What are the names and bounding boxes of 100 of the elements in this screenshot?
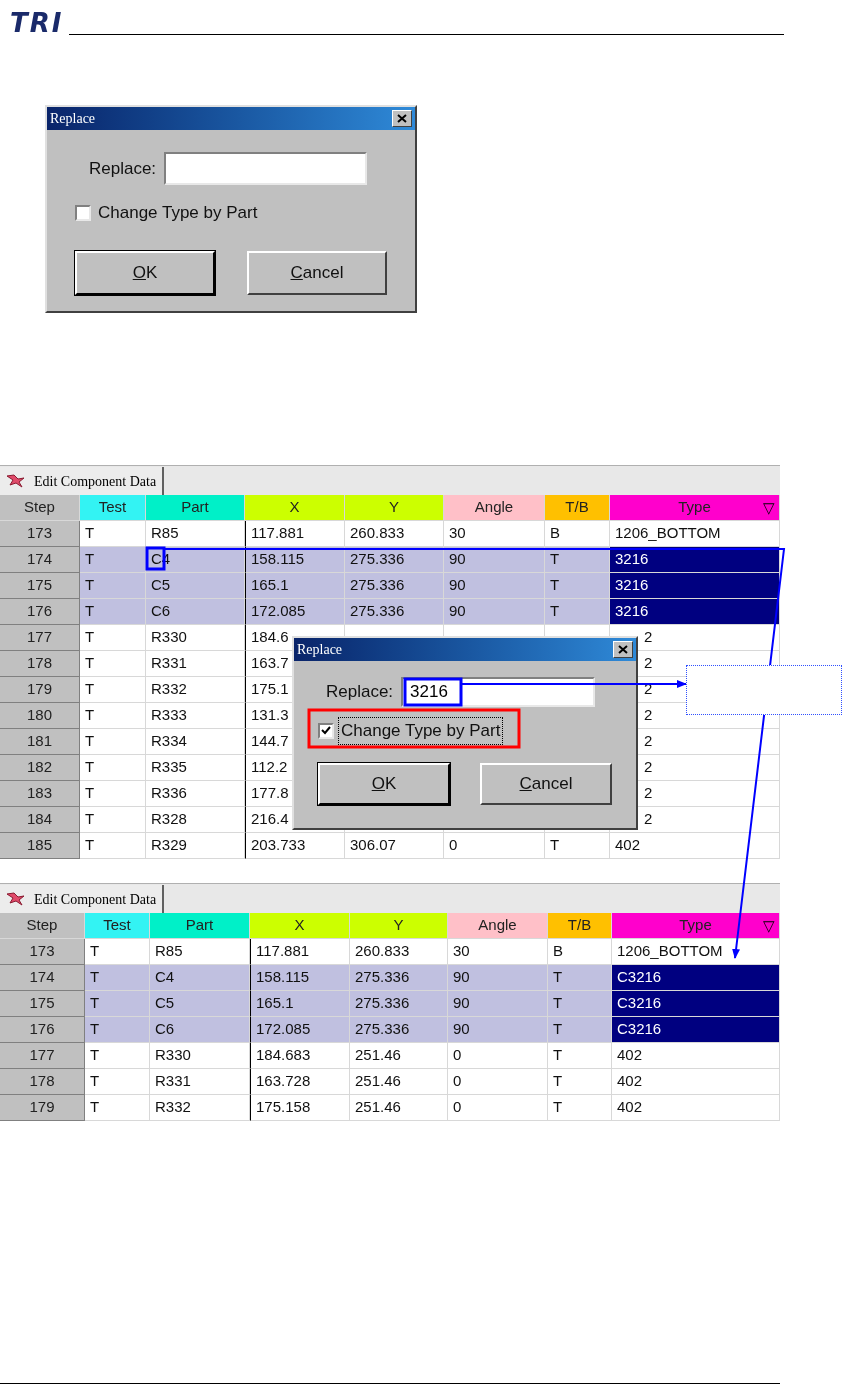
table-cell: C4: [150, 965, 250, 991]
table-cell: 0: [444, 833, 545, 859]
replace-field[interactable]: [164, 152, 368, 185]
column-header[interactable]: T/B: [548, 913, 612, 939]
table-cell: C3216: [612, 1017, 780, 1043]
logo: TRI: [10, 10, 64, 36]
table-cell: T: [80, 547, 146, 573]
table-cell: T: [80, 651, 146, 677]
table-cell: T: [85, 1043, 150, 1069]
row-header[interactable]: 182: [0, 755, 80, 781]
table-cell: 275.336: [345, 547, 444, 573]
column-header[interactable]: X: [250, 913, 350, 939]
table-cell: 402: [612, 1069, 780, 1095]
table-cell: 275.336: [350, 1017, 448, 1043]
row-header[interactable]: 174: [0, 547, 80, 573]
tab[interactable]: Edit Component Data: [0, 467, 165, 495]
replace-field[interactable]: 3216: [401, 677, 596, 707]
table-cell: T: [85, 991, 150, 1017]
dialog-button[interactable]: Cancel: [247, 250, 387, 295]
column-header[interactable]: X: [245, 495, 345, 521]
row-header[interactable]: 178: [0, 1069, 85, 1095]
row-header[interactable]: 176: [0, 1017, 85, 1043]
table-cell: R330: [150, 1043, 250, 1069]
table-cell: 402: [612, 1043, 780, 1069]
column-header[interactable]: Step: [0, 495, 80, 521]
table-cell: 172.085: [245, 599, 345, 625]
table-cell: 163.728: [250, 1069, 350, 1095]
table-cell: T: [80, 703, 146, 729]
row-header[interactable]: 173: [0, 521, 80, 547]
column-header[interactable]: Y: [350, 913, 448, 939]
table-cell: R85: [150, 939, 250, 965]
dialog-button[interactable]: OK: [75, 250, 215, 295]
table-cell: 90: [448, 991, 548, 1017]
table-cell: 3216: [610, 599, 780, 625]
column-header[interactable]: Part: [150, 913, 250, 939]
table-cell: C6: [146, 599, 245, 625]
table-cell: R333: [146, 703, 245, 729]
row-header[interactable]: 175: [0, 991, 85, 1017]
row-header[interactable]: 177: [0, 625, 80, 651]
table-cell: T: [548, 965, 612, 991]
table-cell: 117.881: [250, 939, 350, 965]
column-header[interactable]: Part: [146, 495, 245, 521]
table-cell: T: [80, 599, 146, 625]
table-cell: 275.336: [350, 965, 448, 991]
table-cell: T: [80, 521, 146, 547]
table-cell: T: [548, 1043, 612, 1069]
column-header[interactable]: Type ▽: [612, 913, 780, 939]
column-header[interactable]: Step: [0, 913, 85, 939]
table-cell: 175.158: [250, 1095, 350, 1121]
row-header[interactable]: 178: [0, 651, 80, 677]
table-cell: B: [545, 521, 610, 547]
table-cell: 90: [444, 573, 545, 599]
table-cell: T: [545, 547, 610, 573]
row-header[interactable]: 180: [0, 703, 80, 729]
table-cell: 402: [612, 1095, 780, 1121]
table-cell: 30: [448, 939, 548, 965]
row-header[interactable]: 181: [0, 729, 80, 755]
column-header[interactable]: Test: [85, 913, 150, 939]
checkbox[interactable]: [75, 204, 91, 221]
row-header[interactable]: 184: [0, 807, 80, 833]
table-cell: B: [548, 939, 612, 965]
column-header[interactable]: Y: [345, 495, 444, 521]
row-header[interactable]: 177: [0, 1043, 85, 1069]
table-cell: 0: [448, 1095, 548, 1121]
table-cell: 117.881: [245, 521, 345, 547]
column-header[interactable]: Angle: [448, 913, 548, 939]
table-cell: 3216: [610, 547, 780, 573]
checkbox-label[interactable]: Change Type by Part: [338, 717, 504, 745]
row-header[interactable]: 185: [0, 833, 80, 859]
sort-mark[interactable]: ▽: [763, 497, 775, 520]
column-header[interactable]: T/B: [545, 495, 610, 521]
row-header[interactable]: 174: [0, 965, 85, 991]
table-cell: 3216: [610, 573, 780, 599]
tab[interactable]: Edit Component Data: [0, 885, 165, 913]
close-button[interactable]: [613, 641, 633, 658]
close-button[interactable]: [392, 110, 412, 127]
dialog-button[interactable]: OK: [318, 762, 450, 805]
dialog-button[interactable]: Cancel: [480, 762, 612, 805]
table-cell: 275.336: [345, 573, 444, 599]
row-header[interactable]: 173: [0, 939, 85, 965]
checkbox-label[interactable]: Change Type by Part: [95, 199, 261, 227]
row-header[interactable]: 179: [0, 677, 80, 703]
table-cell: C5: [150, 991, 250, 1017]
table-cell: R336: [146, 781, 245, 807]
table-cell: 30: [444, 521, 545, 547]
row-header[interactable]: 176: [0, 599, 80, 625]
checkbox[interactable]: [318, 722, 334, 739]
row-header[interactable]: 183: [0, 781, 80, 807]
column-header[interactable]: Angle: [444, 495, 545, 521]
table-cell: T: [85, 1069, 150, 1095]
table-cell: 172.085: [250, 1017, 350, 1043]
table-cell: 165.1: [245, 573, 345, 599]
column-header[interactable]: Test: [80, 495, 146, 521]
dialog-title: Replace: [50, 110, 96, 128]
table-cell: T: [85, 965, 150, 991]
sort-mark[interactable]: ▽: [763, 915, 775, 938]
table-cell: T: [85, 1095, 150, 1121]
row-header[interactable]: 175: [0, 573, 80, 599]
row-header[interactable]: 179: [0, 1095, 85, 1121]
column-header[interactable]: Type ▽: [610, 495, 780, 521]
